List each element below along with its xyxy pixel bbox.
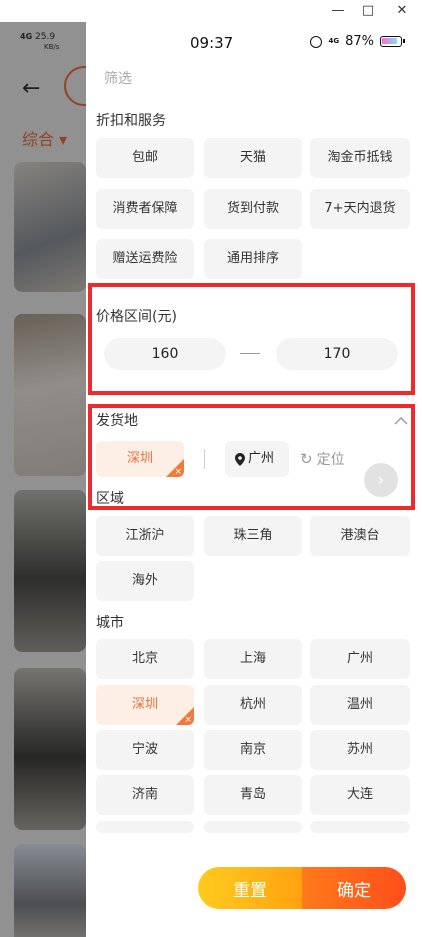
- chip-city-partial[interactable]: [310, 821, 410, 833]
- chip-city[interactable]: 青岛: [204, 775, 302, 815]
- ship-from-selected-label: 深圳: [126, 451, 153, 466]
- city-section-title: 城市: [96, 615, 124, 631]
- filter-panel: 09:37 4G 87% 筛选 折扣和服务 包邮 天猫 淘金币抵钱 消费者保障 …: [86, 0, 422, 937]
- network-indicator: 4G: [328, 37, 340, 45]
- location-divider: [204, 449, 205, 469]
- maximize-button[interactable]: □: [358, 2, 378, 20]
- ship-from-selected-chip[interactable]: 深圳 ×: [96, 441, 184, 477]
- chip-city[interactable]: 苏州: [310, 730, 410, 770]
- current-location-label: 广州: [248, 451, 275, 466]
- confirm-button[interactable]: 确定: [302, 867, 406, 909]
- current-location-chip[interactable]: 广州: [225, 441, 289, 477]
- chip-city-partial[interactable]: [204, 821, 302, 833]
- chip-city[interactable]: 上海: [204, 639, 302, 679]
- price-min-input[interactable]: [104, 338, 226, 370]
- chip-city[interactable]: 温州: [310, 685, 410, 725]
- chip-city[interactable]: 北京: [96, 639, 194, 679]
- window-title-bar: — □ ✕: [0, 0, 422, 22]
- region-section-title: 区域: [96, 491, 124, 507]
- status-time: 09:37: [190, 34, 234, 52]
- chip-city[interactable]: 济南: [96, 775, 194, 815]
- chip-shipping-insurance[interactable]: 赠送运费险: [96, 239, 194, 279]
- chip-region-overseas[interactable]: 海外: [96, 561, 194, 601]
- action-button-bar: 重置 确定: [198, 867, 406, 909]
- check-icon: ×: [184, 715, 192, 725]
- chip-cash-on-delivery[interactable]: 货到付款: [204, 189, 302, 229]
- chip-taojinbi[interactable]: 淘金币抵钱: [310, 138, 410, 178]
- chip-city[interactable]: 大连: [310, 775, 410, 815]
- chip-region-hmt[interactable]: 港澳台: [310, 516, 410, 556]
- locate-label: 定位: [316, 452, 345, 468]
- refresh-icon: ↻: [300, 450, 313, 468]
- chip-city-selected-label: 深圳: [131, 697, 158, 712]
- check-icon: ×: [174, 467, 182, 477]
- locate-button[interactable]: ↻ 定位: [300, 449, 345, 469]
- ship-from-title: 发货地: [96, 413, 138, 429]
- chip-city-selected[interactable]: 深圳 ×: [96, 685, 194, 725]
- battery-percent: 87%: [345, 34, 374, 49]
- chip-tmall[interactable]: 天猫: [204, 138, 302, 178]
- price-max-input[interactable]: [276, 338, 398, 370]
- chip-region-jzh[interactable]: 江浙沪: [96, 516, 194, 556]
- chevron-right-icon[interactable]: ›: [364, 463, 398, 497]
- chip-city[interactable]: 南京: [204, 730, 302, 770]
- chip-city[interactable]: 广州: [310, 639, 410, 679]
- chip-city[interactable]: 宁波: [96, 730, 194, 770]
- close-button[interactable]: ✕: [392, 2, 412, 20]
- chip-region-prd[interactable]: 珠三角: [204, 516, 302, 556]
- chip-7day-return[interactable]: 7+天内退货: [310, 189, 410, 229]
- panel-title: 筛选: [104, 71, 132, 87]
- status-bar: 09:37 4G 87%: [86, 22, 422, 62]
- dim-overlay[interactable]: [0, 22, 86, 937]
- chevron-up-icon[interactable]: [394, 414, 408, 428]
- chip-consumer-protection[interactable]: 消费者保障: [96, 189, 194, 229]
- discount-section-title: 折扣和服务: [96, 113, 166, 129]
- price-range-dash: [240, 353, 260, 354]
- background-app: 4G 25.9 KB/s ← 综合 ▾: [0, 22, 86, 937]
- battery-icon: [380, 36, 405, 47]
- location-pin-icon: [235, 452, 245, 466]
- alarm-icon: [310, 35, 323, 48]
- reset-button[interactable]: 重置: [198, 867, 302, 909]
- chip-city-partial[interactable]: [96, 821, 194, 833]
- chip-free-shipping[interactable]: 包邮: [96, 138, 194, 178]
- minimize-button[interactable]: —: [328, 2, 348, 20]
- chip-general-sort[interactable]: 通用排序: [204, 239, 302, 279]
- price-section-title: 价格区间(元): [96, 309, 177, 325]
- chip-city[interactable]: 杭州: [204, 685, 302, 725]
